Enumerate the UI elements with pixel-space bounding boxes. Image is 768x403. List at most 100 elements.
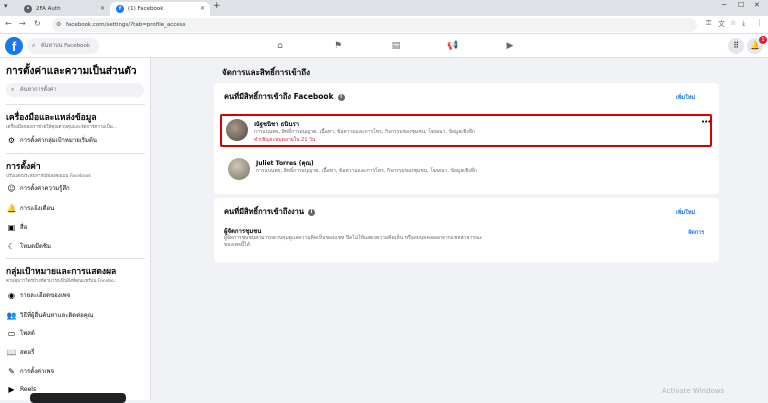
tab-strip: ▾ • 2FA Auth ✕ f (1) Facebook ✕ + ─ ☐ ✕ bbox=[0, 0, 768, 16]
reaction-icon: ☺ bbox=[7, 184, 16, 193]
translate-icon[interactable]: 文 bbox=[718, 19, 725, 29]
section-title-audience: กลุ่มเป้าหมายและการแสดงผล bbox=[6, 267, 117, 277]
people-icon: 👥 bbox=[6, 311, 17, 320]
settings-sidebar: การตั้งค่าและความเป็นส่วนตัว ⌕ ค้นหาการต… bbox=[0, 58, 151, 400]
sidebar-item-label: รายละเอียดของเพจ bbox=[20, 292, 71, 299]
sidebar-item-page-details[interactable]: ◉ รายละเอียดของเพจ bbox=[6, 289, 146, 303]
browser-menu-icon[interactable]: ⋮ bbox=[756, 19, 763, 27]
taskbar-item bbox=[30, 393, 126, 403]
manage-button[interactable]: จัดการ bbox=[688, 229, 704, 237]
sidebar-item-label: สตอรี่ bbox=[20, 349, 35, 356]
section-title-settings: การตั้งค่า bbox=[6, 162, 41, 172]
tab-label: (1) Facebook bbox=[128, 6, 164, 12]
sidebar-item-label: การตั้งค่าความรู้สึก bbox=[20, 185, 70, 192]
sidebar-item-label: การตั้งค่ากลุ่มเป้าหมายเริ่มต้น bbox=[20, 137, 97, 144]
key-icon[interactable]: ⚿ bbox=[706, 19, 711, 28]
section-desc-audience: ควบคุมว่าใครบ้างที่สามารถเห็นสิ่งที่คุณแ… bbox=[6, 279, 118, 284]
info-icon[interactable]: i bbox=[337, 93, 345, 101]
sidebar-item-page-settings[interactable]: ✎ การตั้งค่าเพจ bbox=[6, 365, 146, 379]
task-access-title: คนที่มีสิทธิ์การเข้าถึงงาน i bbox=[224, 206, 316, 218]
post-icon: ▭ bbox=[7, 329, 16, 338]
facebook-search-input[interactable]: ⌕ ค้นหาบน Facebook bbox=[27, 38, 99, 54]
activate-windows-watermark: Activate Windows bbox=[662, 387, 725, 395]
url-input[interactable]: ⚙ facebook.com/settings/?tab=profile_acc… bbox=[52, 18, 697, 32]
person-permissions: การแบนพจ, สิทธิ์การอนุญาต, เนื้อหา, ข้อค… bbox=[254, 129, 475, 135]
sidebar-item-label: โหมดมืดชิม bbox=[20, 243, 51, 250]
close-window-icon[interactable]: ✕ bbox=[754, 1, 760, 9]
settings-search-input[interactable]: ⌕ ค้นหาการตั้งค่า bbox=[6, 83, 144, 97]
card-title-text: คนที่มีสิทธิ์การเข้าถึง Facebook bbox=[224, 92, 334, 101]
video-icon[interactable]: ▶ bbox=[503, 40, 517, 52]
address-bar: ← → ↻ ⚙ facebook.com/settings/?tab=profi… bbox=[0, 16, 768, 34]
divider bbox=[6, 104, 145, 105]
reload-icon[interactable]: ↻ bbox=[34, 19, 41, 28]
sidebar-item-default-audience[interactable]: ⚙ การตั้งค่ากลุ่มเป้าหมายเริ่มต้น bbox=[6, 134, 146, 148]
avatar bbox=[228, 158, 250, 180]
divider bbox=[6, 258, 145, 259]
person-circle-icon: ◉ bbox=[8, 291, 15, 300]
gear-icon: ⚙ bbox=[7, 136, 16, 145]
book-icon: 📖 bbox=[6, 348, 17, 357]
menu-grid-icon[interactable]: ⠿ bbox=[728, 38, 744, 54]
avatar bbox=[226, 119, 248, 141]
search-placeholder: ค้นหาบน Facebook bbox=[41, 43, 90, 49]
sidebar-item-label: การตั้งค่าเพจ bbox=[20, 368, 54, 375]
tab-2fa-auth[interactable]: • 2FA Auth ✕ bbox=[18, 2, 110, 16]
sidebar-title: การตั้งค่าและความเป็นส่วนตัว bbox=[6, 66, 137, 77]
facebook-top-nav: f ⌕ ค้นหาบน Facebook ⌂ ⚑ ▤ 📢 ▶ ⠿ 🔔 1 bbox=[0, 34, 768, 58]
edit-icon: ✎ bbox=[8, 367, 15, 376]
maximize-icon[interactable]: ☐ bbox=[738, 1, 744, 9]
sidebar-item-notifications[interactable]: 🔔 การแจ้งเตือน bbox=[6, 202, 146, 216]
new-tab-button[interactable]: + bbox=[213, 1, 221, 11]
main-content: จัดการและสิทธิ์การเข้าถึง คนที่มีสิทธิ์ก… bbox=[151, 58, 768, 400]
tab-close-icon[interactable]: ✕ bbox=[100, 2, 105, 16]
minimize-icon[interactable]: ─ bbox=[722, 1, 726, 9]
sidebar-item-reactions[interactable]: ☺ การตั้งค่าความรู้สึก bbox=[6, 182, 146, 196]
person-row-invited[interactable]: ณัฐชนิชา ธนินรา การแบนพจ, สิทธิ์การอนุญา… bbox=[220, 114, 712, 147]
sidebar-item-label: สื่อ bbox=[20, 224, 28, 231]
search-placeholder: ค้นหาการตั้งค่า bbox=[20, 87, 57, 93]
sidebar-item-label: Reels bbox=[20, 386, 37, 393]
sidebar-item-media[interactable]: ▣ สื่อ bbox=[6, 221, 146, 235]
sidebar-item-stories[interactable]: 📖 สตอรี่ bbox=[6, 346, 146, 360]
forward-arrow-icon[interactable]: → bbox=[19, 19, 26, 28]
more-options-icon[interactable]: ••• bbox=[701, 118, 711, 126]
site-info-icon[interactable]: ⚙ bbox=[56, 18, 61, 32]
url-text: facebook.com/settings/?tab=profile_acces… bbox=[66, 22, 186, 28]
person-permissions: การแบนพจ, สิทธิ์การอนุญาต, เนื้อหา, ข้อค… bbox=[256, 168, 477, 174]
invite-expiry: คำเชิญจะหมดอายุใน 21 วัน bbox=[254, 137, 316, 143]
add-new-facebook-access-button[interactable]: เพิ่มใหม่ bbox=[676, 94, 695, 102]
media-icon: ▣ bbox=[7, 223, 16, 232]
sidebar-item-posts[interactable]: ▭ โพสต์ bbox=[6, 327, 146, 341]
search-icon: ⌕ bbox=[32, 42, 36, 49]
sidebar-item-find-contact[interactable]: 👥 วิธีที่ผู้อื่นค้นหาและติดต่อคุณ bbox=[6, 309, 146, 323]
facebook-access-title: คนที่มีสิทธิ์การเข้าถึง Facebook i bbox=[224, 91, 345, 103]
facebook-access-card: คนที่มีสิทธิ์การเข้าถึง Facebook i เพิ่มใ… bbox=[214, 83, 719, 194]
section-title-tools: เครื่องมือและแหล่งข้อมูล bbox=[6, 113, 97, 123]
card-title-text: คนที่มีสิทธิ์การเข้าถึงงาน bbox=[224, 207, 305, 216]
dashboard-icon[interactable]: ▤ bbox=[389, 40, 403, 52]
facebook-favicon-icon: f bbox=[116, 5, 124, 13]
home-icon[interactable]: ⌂ bbox=[273, 40, 287, 52]
sidebar-item-label: การแจ้งเตือน bbox=[20, 205, 55, 212]
sidebar-item-dark-mode[interactable]: ☾ โหมดมืดชิม bbox=[6, 240, 146, 254]
flag-icon[interactable]: ⚑ bbox=[331, 40, 345, 52]
tab-search-icon[interactable]: ▾ bbox=[4, 2, 8, 10]
tab-close-icon[interactable]: ✕ bbox=[200, 2, 205, 16]
info-icon[interactable]: i bbox=[308, 208, 316, 216]
reels-icon: ▶ bbox=[8, 385, 15, 394]
back-arrow-icon[interactable]: ← bbox=[5, 19, 12, 28]
sidebar-item-label: โพสต์ bbox=[20, 330, 35, 337]
tab-facebook[interactable]: f (1) Facebook ✕ bbox=[110, 2, 210, 16]
tab-label: 2FA Auth bbox=[36, 6, 61, 12]
tab-favicon-icon: • bbox=[24, 5, 32, 13]
facebook-logo[interactable]: f bbox=[5, 37, 23, 55]
section-desc-tools: เครื่องมือของเราช่วยให้คุณควบคุมและจัดกา… bbox=[6, 125, 118, 130]
megaphone-icon[interactable]: 📢 bbox=[446, 40, 460, 52]
bookmark-star-icon[interactable]: ☆ bbox=[730, 19, 736, 27]
add-new-task-access-button[interactable]: เพิ่มใหม่ bbox=[676, 209, 695, 217]
download-icon[interactable]: ⤓ bbox=[742, 19, 745, 28]
notification-badge: 1 bbox=[759, 36, 767, 44]
page-title: จัดการและสิทธิ์การเข้าถึง bbox=[222, 68, 310, 77]
person-row-self[interactable]: Juliet Torres (คุณ) การแบนพจ, สิทธิ์การอ… bbox=[224, 155, 704, 185]
